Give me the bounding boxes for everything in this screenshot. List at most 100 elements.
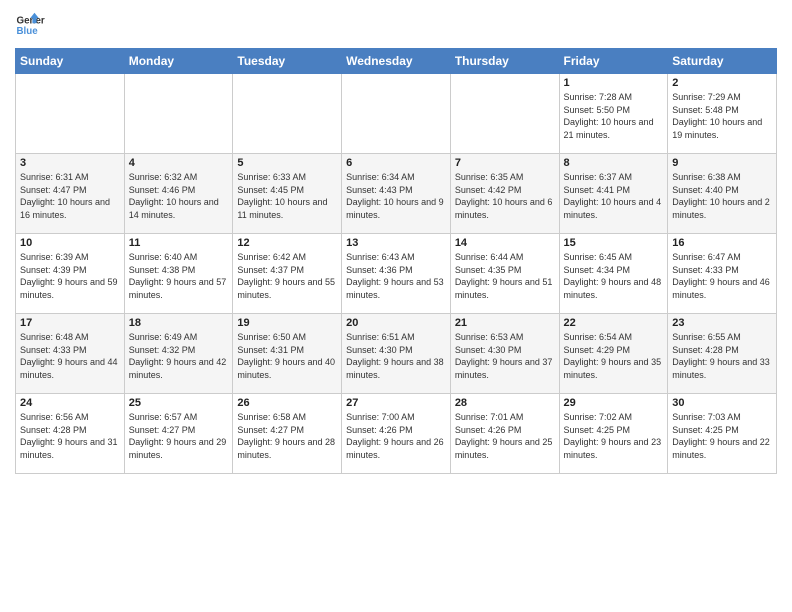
calendar-cell: 19 Sunrise: 6:50 AM Sunset: 4:31 PM Dayli… <box>233 314 342 394</box>
day-number: 17 <box>20 317 120 329</box>
day-header-monday: Monday <box>124 49 233 74</box>
calendar-cell: 6Sunrise: 6:34 AM Sunset: 4:43 PM Daylig… <box>342 154 451 234</box>
calendar-cell: 4 Sunrise: 6:32 AM Sunset: 4:46 PM Daylig… <box>124 154 233 234</box>
day-number: 4 <box>129 157 229 169</box>
day-number: 28 <box>455 397 555 409</box>
calendar-cell: 24Sunrise: 6:56 AM Sunset: 4:28 PM Dayli… <box>16 394 125 474</box>
calendar-cell: 9 Sunrise: 6:38 AM Sunset: 4:40 PM Daylig… <box>668 154 777 234</box>
day-info: Sunrise: 6:53 AM Sunset: 4:30 PM Dayligh… <box>455 331 555 381</box>
calendar-cell <box>342 74 451 154</box>
calendar-cell: 11 Sunrise: 6:40 AM Sunset: 4:38 PM Dayli… <box>124 234 233 314</box>
calendar-week-1: 3Sunrise: 6:31 AM Sunset: 4:47 PM Daylig… <box>16 154 777 234</box>
calendar-table: SundayMondayTuesdayWednesdayThursdayFrid… <box>15 48 777 474</box>
calendar-cell: 21 Sunrise: 6:53 AM Sunset: 4:30 PM Dayli… <box>450 314 559 394</box>
day-header-sunday: Sunday <box>16 49 125 74</box>
calendar-cell: 25Sunrise: 6:57 AM Sunset: 4:27 PM Dayli… <box>124 394 233 474</box>
calendar-week-3: 17 Sunrise: 6:48 AM Sunset: 4:33 PM Dayli… <box>16 314 777 394</box>
calendar-cell: 7 Sunrise: 6:35 AM Sunset: 4:42 PM Daylig… <box>450 154 559 234</box>
day-info: Sunrise: 7:00 AM Sunset: 4:26 PM Dayligh… <box>346 411 446 461</box>
day-info: Sunrise: 6:39 AM Sunset: 4:39 PM Dayligh… <box>20 251 120 301</box>
day-number: 23 <box>672 317 772 329</box>
calendar-cell <box>16 74 125 154</box>
day-number: 5 <box>237 157 337 169</box>
calendar-cell: 28 Sunrise: 7:01 AM Sunset: 4:26 PM Dayli… <box>450 394 559 474</box>
calendar-cell: 10 Sunrise: 6:39 AM Sunset: 4:39 PM Dayli… <box>16 234 125 314</box>
day-number: 18 <box>129 317 229 329</box>
logo: General Blue <box>15 10 51 40</box>
day-info: Sunrise: 6:32 AM Sunset: 4:46 PM Dayligh… <box>129 171 229 221</box>
day-info: Sunrise: 6:58 AM Sunset: 4:27 PM Dayligh… <box>237 411 337 461</box>
day-info: Sunrise: 6:35 AM Sunset: 4:42 PM Dayligh… <box>455 171 555 221</box>
calendar-cell: 12 Sunrise: 6:42 AM Sunset: 4:37 PM Dayli… <box>233 234 342 314</box>
day-number: 22 <box>564 317 664 329</box>
day-number: 3 <box>20 157 120 169</box>
day-info: Sunrise: 6:45 AM Sunset: 4:34 PM Dayligh… <box>564 251 664 301</box>
day-header-thursday: Thursday <box>450 49 559 74</box>
day-info: Sunrise: 6:54 AM Sunset: 4:29 PM Dayligh… <box>564 331 664 381</box>
day-info: Sunrise: 7:02 AM Sunset: 4:25 PM Dayligh… <box>564 411 664 461</box>
calendar-header-row: SundayMondayTuesdayWednesdayThursdayFrid… <box>16 49 777 74</box>
day-info: Sunrise: 6:33 AM Sunset: 4:45 PM Dayligh… <box>237 171 337 221</box>
calendar-cell: 5 Sunrise: 6:33 AM Sunset: 4:45 PM Daylig… <box>233 154 342 234</box>
day-number: 9 <box>672 157 772 169</box>
day-info: Sunrise: 6:56 AM Sunset: 4:28 PM Dayligh… <box>20 411 120 461</box>
calendar-cell: 26 Sunrise: 6:58 AM Sunset: 4:27 PM Dayli… <box>233 394 342 474</box>
calendar-cell: 2Sunrise: 7:29 AM Sunset: 5:48 PM Daylig… <box>668 74 777 154</box>
day-number: 10 <box>20 237 120 249</box>
calendar-cell: 13 Sunrise: 6:43 AM Sunset: 4:36 PM Dayli… <box>342 234 451 314</box>
svg-text:General: General <box>17 16 46 27</box>
day-number: 12 <box>237 237 337 249</box>
calendar-cell <box>450 74 559 154</box>
day-info: Sunrise: 6:51 AM Sunset: 4:30 PM Dayligh… <box>346 331 446 381</box>
day-info: Sunrise: 6:43 AM Sunset: 4:36 PM Dayligh… <box>346 251 446 301</box>
day-number: 29 <box>564 397 664 409</box>
calendar-cell: 8 Sunrise: 6:37 AM Sunset: 4:41 PM Daylig… <box>559 154 668 234</box>
day-header-wednesday: Wednesday <box>342 49 451 74</box>
calendar-cell: 22 Sunrise: 6:54 AM Sunset: 4:29 PM Dayli… <box>559 314 668 394</box>
calendar-cell <box>233 74 342 154</box>
day-info: Sunrise: 6:57 AM Sunset: 4:27 PM Dayligh… <box>129 411 229 461</box>
day-info: Sunrise: 6:48 AM Sunset: 4:33 PM Dayligh… <box>20 331 120 381</box>
calendar-cell: 29 Sunrise: 7:02 AM Sunset: 4:25 PM Dayli… <box>559 394 668 474</box>
day-number: 26 <box>237 397 337 409</box>
day-header-friday: Friday <box>559 49 668 74</box>
day-number: 11 <box>129 237 229 249</box>
svg-text:Blue: Blue <box>17 26 39 37</box>
day-info: Sunrise: 6:49 AM Sunset: 4:32 PM Dayligh… <box>129 331 229 381</box>
calendar-cell: 3Sunrise: 6:31 AM Sunset: 4:47 PM Daylig… <box>16 154 125 234</box>
page-container: General Blue SundayMondayTuesdayWednesda… <box>0 0 792 479</box>
calendar-week-4: 24Sunrise: 6:56 AM Sunset: 4:28 PM Dayli… <box>16 394 777 474</box>
day-info: Sunrise: 6:47 AM Sunset: 4:33 PM Dayligh… <box>672 251 772 301</box>
calendar-week-0: 1 Sunrise: 7:28 AM Sunset: 5:50 PM Daylig… <box>16 74 777 154</box>
day-info: Sunrise: 7:01 AM Sunset: 4:26 PM Dayligh… <box>455 411 555 461</box>
day-number: 13 <box>346 237 446 249</box>
day-number: 14 <box>455 237 555 249</box>
day-info: Sunrise: 6:50 AM Sunset: 4:31 PM Dayligh… <box>237 331 337 381</box>
day-info: Sunrise: 7:29 AM Sunset: 5:48 PM Dayligh… <box>672 91 772 141</box>
calendar-cell: 30Sunrise: 7:03 AM Sunset: 4:25 PM Dayli… <box>668 394 777 474</box>
day-number: 21 <box>455 317 555 329</box>
day-number: 6 <box>346 157 446 169</box>
calendar-cell: 17 Sunrise: 6:48 AM Sunset: 4:33 PM Dayli… <box>16 314 125 394</box>
day-number: 8 <box>564 157 664 169</box>
day-number: 19 <box>237 317 337 329</box>
calendar-week-2: 10 Sunrise: 6:39 AM Sunset: 4:39 PM Dayli… <box>16 234 777 314</box>
day-info: Sunrise: 6:40 AM Sunset: 4:38 PM Dayligh… <box>129 251 229 301</box>
calendar-cell <box>124 74 233 154</box>
day-info: Sunrise: 6:42 AM Sunset: 4:37 PM Dayligh… <box>237 251 337 301</box>
day-header-tuesday: Tuesday <box>233 49 342 74</box>
day-number: 7 <box>455 157 555 169</box>
day-info: Sunrise: 6:44 AM Sunset: 4:35 PM Dayligh… <box>455 251 555 301</box>
day-info: Sunrise: 7:28 AM Sunset: 5:50 PM Dayligh… <box>564 91 664 141</box>
day-number: 27 <box>346 397 446 409</box>
calendar-cell: 15 Sunrise: 6:45 AM Sunset: 4:34 PM Dayli… <box>559 234 668 314</box>
day-number: 1 <box>564 77 664 89</box>
day-number: 20 <box>346 317 446 329</box>
day-info: Sunrise: 6:38 AM Sunset: 4:40 PM Dayligh… <box>672 171 772 221</box>
calendar-cell: 18 Sunrise: 6:49 AM Sunset: 4:32 PM Dayli… <box>124 314 233 394</box>
calendar-cell: 14 Sunrise: 6:44 AM Sunset: 4:35 PM Dayli… <box>450 234 559 314</box>
header: General Blue <box>15 10 777 40</box>
day-info: Sunrise: 6:37 AM Sunset: 4:41 PM Dayligh… <box>564 171 664 221</box>
day-info: Sunrise: 6:55 AM Sunset: 4:28 PM Dayligh… <box>672 331 772 381</box>
day-number: 15 <box>564 237 664 249</box>
